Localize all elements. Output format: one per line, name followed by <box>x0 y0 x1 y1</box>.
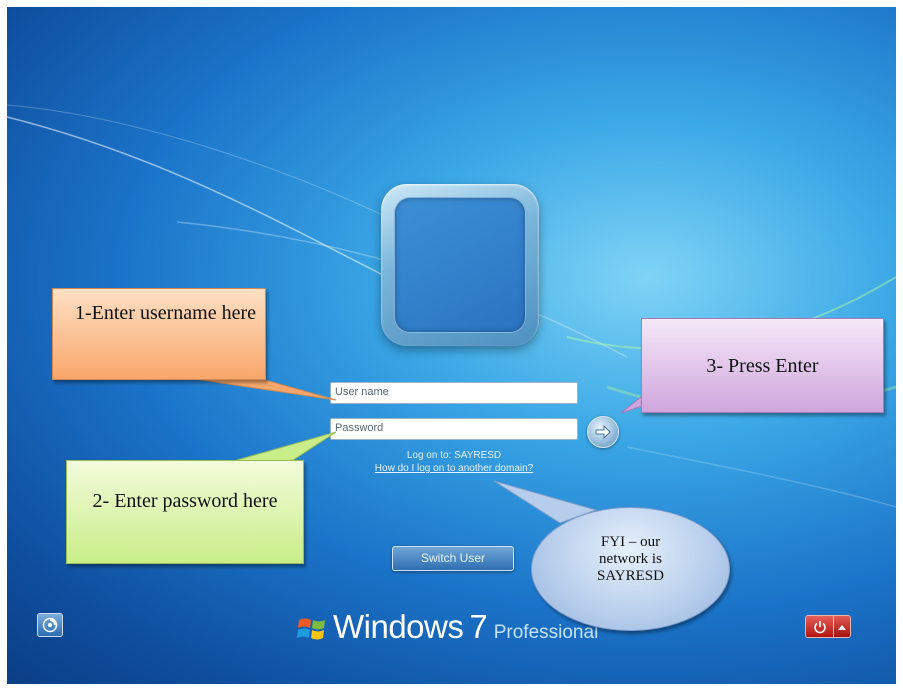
arrow-right-icon <box>595 424 611 440</box>
user-tile <box>381 184 539 346</box>
callout-enter-password: 2- Enter password here <box>66 460 304 564</box>
callout-network-text: FYI – our network is SAYRESD <box>597 534 664 584</box>
logon-help-link[interactable]: How do I log on to another domain? <box>330 463 578 474</box>
submit-button[interactable] <box>587 416 619 448</box>
password-input[interactable]: Password <box>330 418 578 440</box>
windows-logo-icon <box>297 618 325 640</box>
power-controls <box>805 615 851 638</box>
triangle-up-icon <box>838 625 847 630</box>
windows-version: 7 <box>469 608 488 645</box>
callout-press-enter: 3- Press Enter <box>641 318 884 413</box>
user-picture <box>394 197 526 333</box>
logon-domain-text: Log on to: SAYRESD <box>406 450 502 461</box>
callout-network-info: FYI – our network is SAYRESD <box>531 507 730 631</box>
windows-wordmark: Windows <box>333 608 464 645</box>
windows-edition: Professional <box>493 622 599 643</box>
power-icon <box>814 621 826 634</box>
shutdown-button[interactable] <box>806 616 834 637</box>
ease-of-access-button[interactable] <box>37 613 63 637</box>
shutdown-options-button[interactable] <box>833 616 850 637</box>
username-input[interactable]: User name <box>330 382 578 404</box>
callout-enter-username: 1-Enter username here <box>52 288 266 380</box>
switch-user-button[interactable]: Switch User <box>392 546 514 571</box>
windows-branding: Windows 7 Professional <box>297 608 598 648</box>
ease-of-access-icon <box>42 617 58 633</box>
